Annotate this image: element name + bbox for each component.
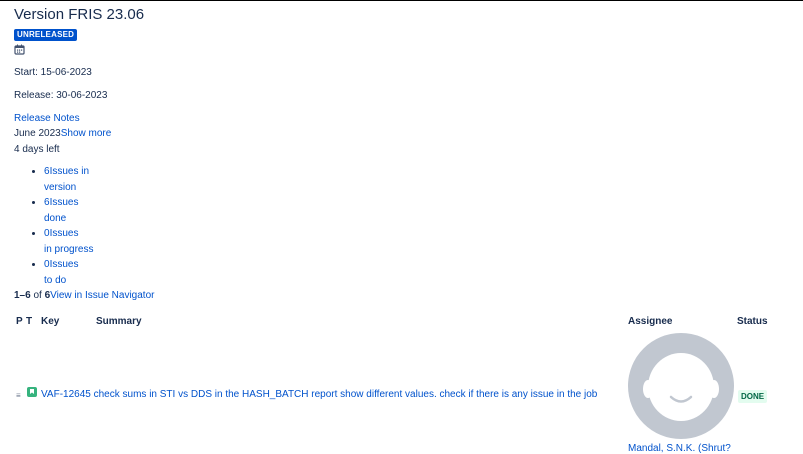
col-header-type[interactable]: T xyxy=(26,316,32,327)
description-text: June 2023 xyxy=(14,128,61,139)
issue-key-link[interactable]: VAF-12645 xyxy=(41,389,91,400)
show-more-link[interactable]: Show more xyxy=(61,128,112,139)
days-left: 4 days left xyxy=(14,144,60,155)
story-icon xyxy=(27,387,37,397)
col-header-summary[interactable]: Summary xyxy=(96,316,142,327)
col-header-key[interactable]: Key xyxy=(41,316,59,327)
assignee-avatar[interactable] xyxy=(628,333,734,439)
release-notes-link[interactable]: Release Notes xyxy=(14,113,80,124)
version-description: June 2023Show more xyxy=(14,128,111,139)
stat-issues-in-progress[interactable]: 0Issuesin progress xyxy=(44,226,104,257)
stat-issues-in-version[interactable]: 6Issues inversion xyxy=(44,164,104,195)
pagination-count: 1–6 of 6View in Issue Navigator xyxy=(14,290,155,301)
issue-row[interactable]: VAF-12645 check sums in STI vs DDS in th… xyxy=(41,389,597,400)
start-date: Start: 15-06-2023 xyxy=(14,67,92,78)
stat-issues-done[interactable]: 6Issuesdone xyxy=(44,195,104,226)
pagination-range: 1–6 xyxy=(14,290,31,301)
status-done-lozenge: DONE xyxy=(738,390,768,403)
col-header-priority[interactable]: P xyxy=(16,316,23,327)
priority-low-icon: ≡ xyxy=(16,391,21,400)
col-header-assignee[interactable]: Assignee xyxy=(628,316,672,327)
calendar-icon xyxy=(14,44,25,55)
release-date: Release: 30-06-2023 xyxy=(14,90,108,101)
issue-summary-link[interactable]: check sums in STI vs DDS in the HASH_BAT… xyxy=(94,389,598,400)
unreleased-badge: UNRELEASED xyxy=(14,29,78,41)
col-header-status[interactable]: Status xyxy=(737,316,768,327)
version-stats: 6Issues inversion 6Issuesdone 0Issuesin … xyxy=(14,164,104,288)
issue-navigator-link[interactable]: View in Issue Navigator xyxy=(50,290,154,301)
stat-issues-to-do[interactable]: 0Issuesto do xyxy=(44,257,104,288)
version-title: Version FRIS 23.06 xyxy=(14,6,145,23)
